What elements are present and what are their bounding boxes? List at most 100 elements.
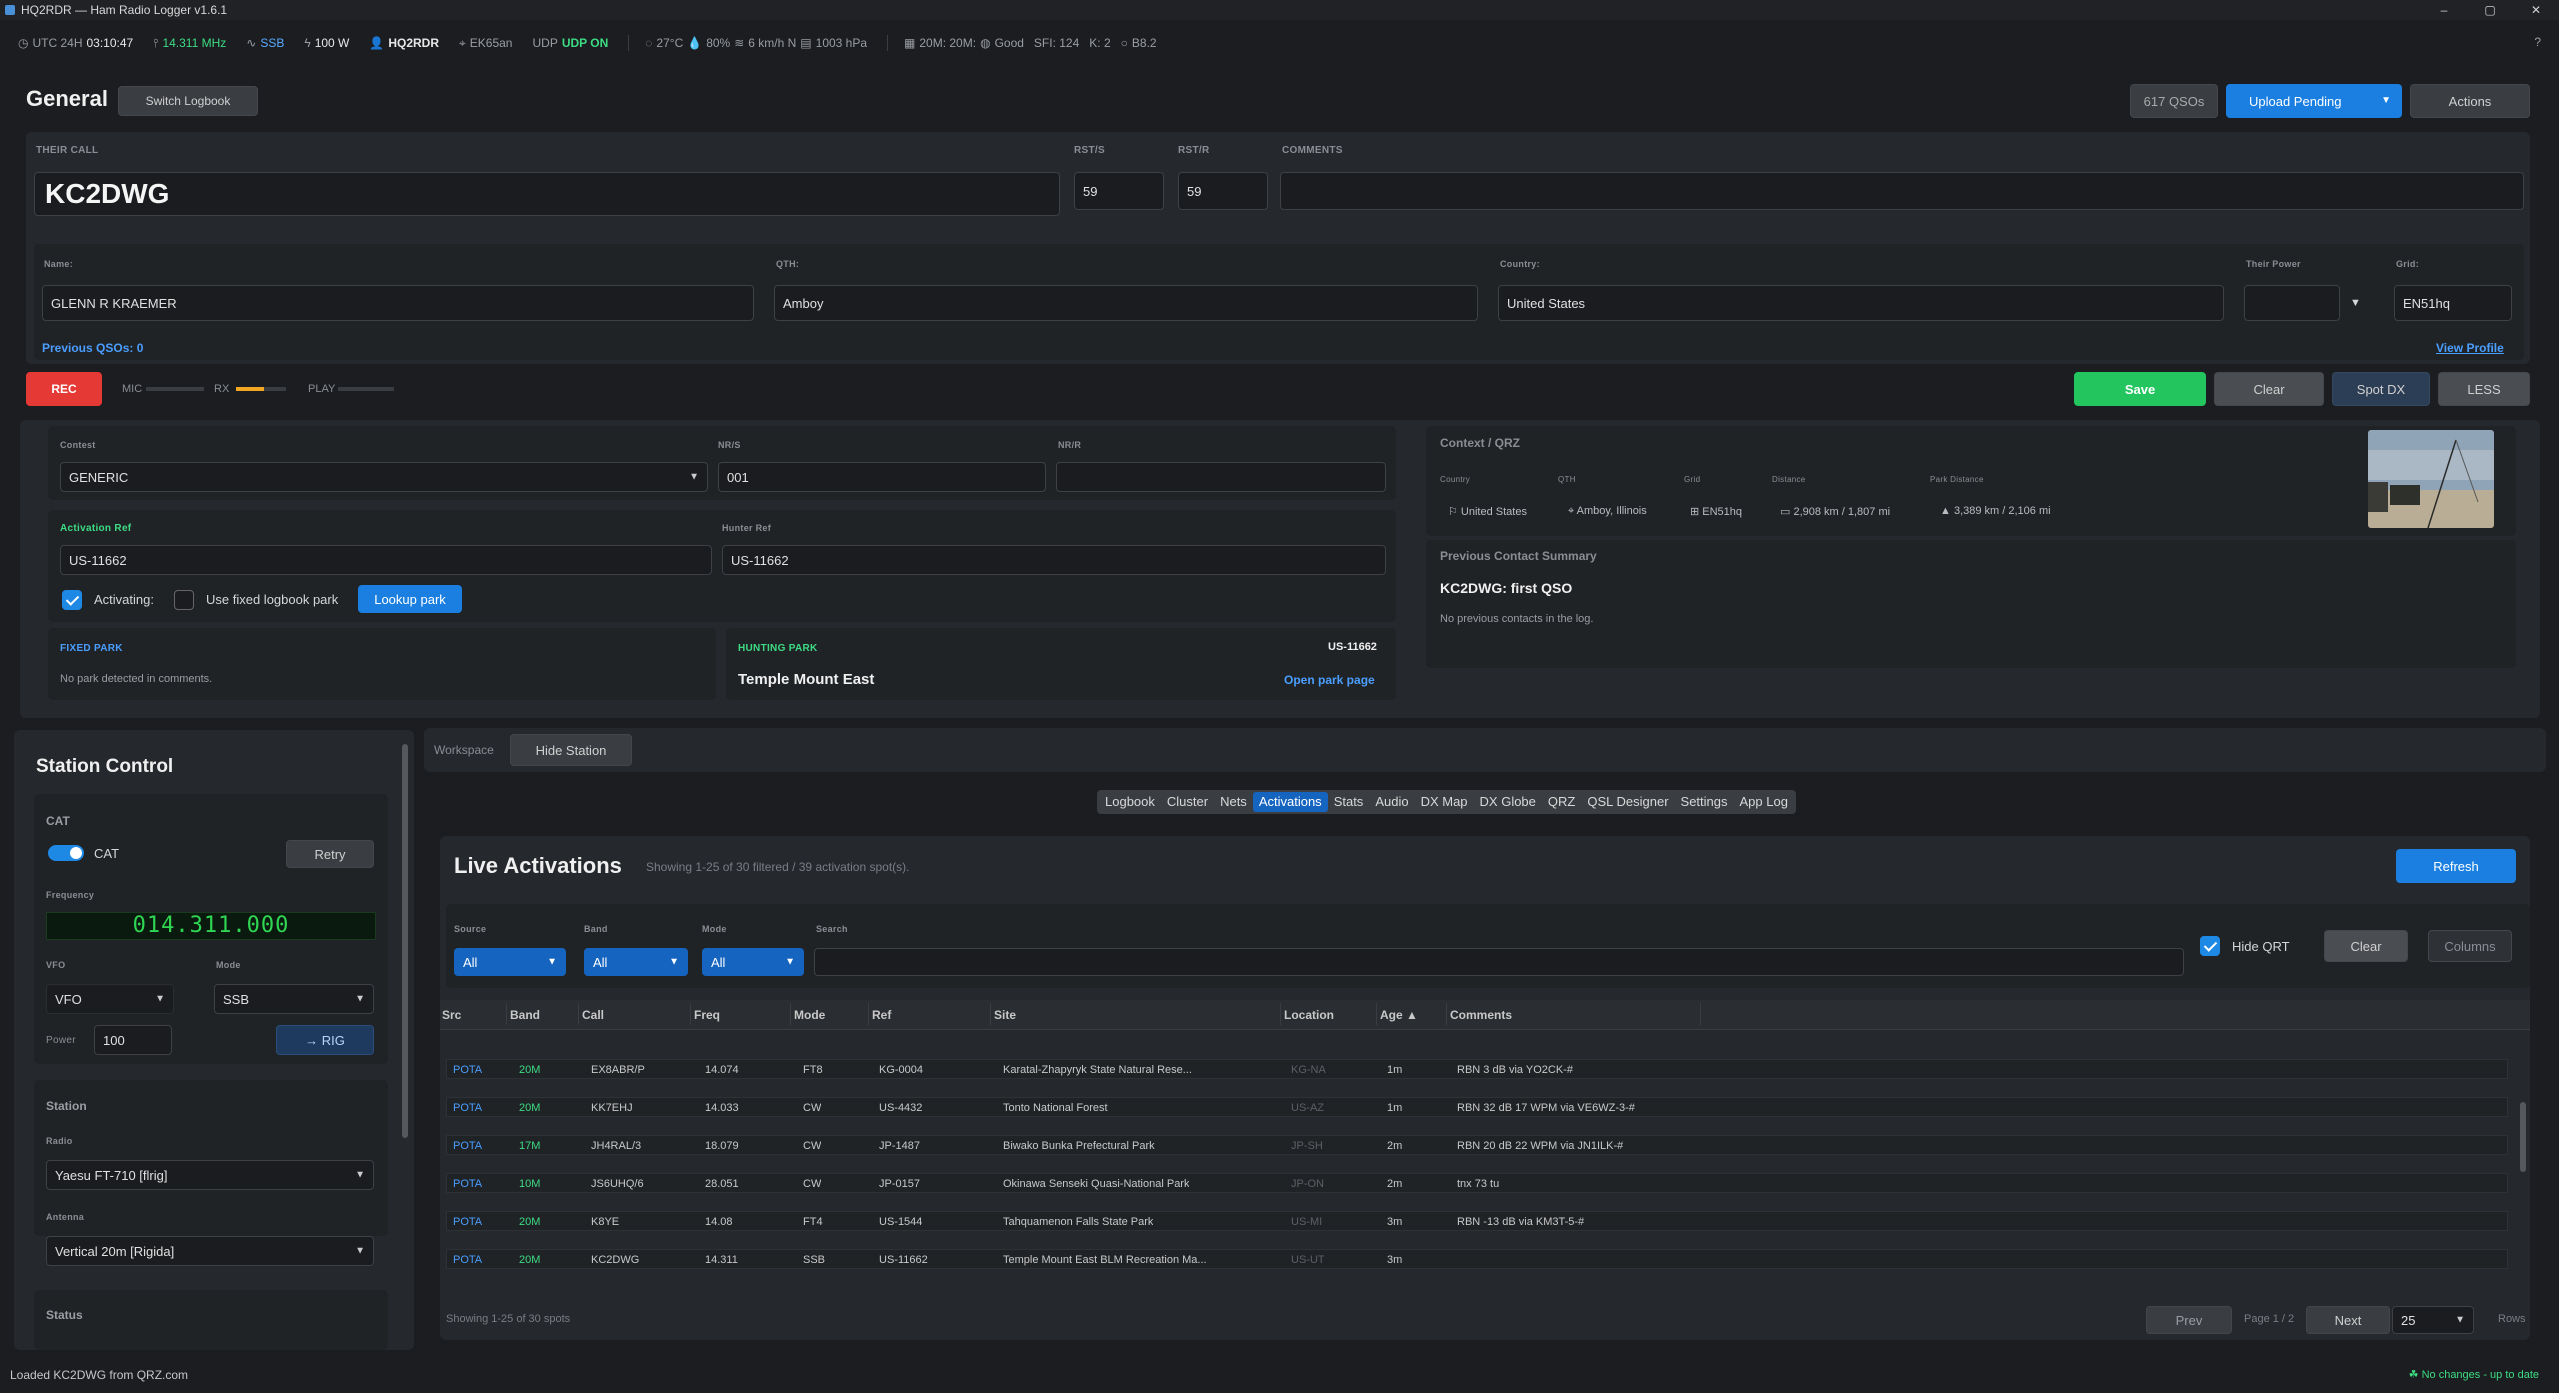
- table-row[interactable]: POTA 20M K8YE 14.08 FT4 US-1544 Tahquamenon Fa…: [446, 1211, 2508, 1231]
- hide-station-button[interactable]: Hide Station: [510, 734, 632, 766]
- column-divider[interactable]: [1376, 1003, 1377, 1025]
- table-scrollbar[interactable]: [2520, 1102, 2526, 1172]
- rx-meter: [236, 387, 286, 391]
- pin-icon: ⌖: [459, 35, 466, 50]
- retry-button[interactable]: Retry: [286, 840, 374, 868]
- column-header-0[interactable]: Src: [442, 1008, 461, 1022]
- record-button[interactable]: REC: [26, 372, 102, 406]
- column-header-7[interactable]: Location: [1284, 1008, 1334, 1022]
- radio-select[interactable]: Yaesu FT-710 [flrig] ▼: [46, 1160, 374, 1190]
- tab-stats[interactable]: Stats: [1328, 792, 1370, 812]
- fixed-logbook-park-checkbox[interactable]: [174, 590, 194, 610]
- lookup-park-button[interactable]: Lookup park: [358, 585, 462, 613]
- column-divider[interactable]: [990, 1003, 991, 1025]
- circle-icon: ○: [1120, 36, 1128, 50]
- save-button[interactable]: Save: [2074, 372, 2206, 406]
- country-input[interactable]: United States: [1498, 285, 2224, 321]
- minimize-button[interactable]: –: [2421, 0, 2467, 20]
- view-profile-link[interactable]: View Profile: [2436, 341, 2504, 355]
- band-filter-select[interactable]: All ▼: [584, 948, 688, 976]
- chevron-down-icon[interactable]: ▼: [2350, 297, 2361, 309]
- search-input[interactable]: [814, 948, 2184, 976]
- mode-filter-select[interactable]: All ▼: [702, 948, 804, 976]
- qth-input[interactable]: Amboy: [774, 285, 1478, 321]
- tab-settings[interactable]: Settings: [1675, 792, 1734, 812]
- column-divider[interactable]: [578, 1003, 579, 1025]
- spot-dx-button[interactable]: Spot DX: [2332, 372, 2430, 406]
- source-filter-select[interactable]: All ▼: [454, 948, 566, 976]
- column-divider[interactable]: [1280, 1003, 1281, 1025]
- column-divider[interactable]: [1446, 1003, 1447, 1025]
- cell-mode: FT8: [803, 1064, 823, 1076]
- tab-dx-map[interactable]: DX Map: [1415, 792, 1474, 812]
- mode-select[interactable]: SSB ▼: [214, 984, 374, 1014]
- columns-button[interactable]: Columns: [2428, 930, 2512, 962]
- qrz-photo[interactable]: [2368, 430, 2494, 528]
- frequency-display[interactable]: 014.311.000: [46, 912, 376, 940]
- less-button[interactable]: LESS: [2438, 372, 2530, 406]
- sfi: SFI: 124: [1033, 36, 1080, 50]
- column-header-9[interactable]: Comments: [1450, 1008, 1512, 1022]
- close-button[interactable]: ✕: [2513, 0, 2559, 20]
- refresh-button[interactable]: Refresh: [2396, 849, 2516, 883]
- table-row[interactable]: POTA 20M KK7EHJ 14.033 CW US-4432 Tonto Nation…: [446, 1097, 2508, 1117]
- nr-sent-input[interactable]: 001: [718, 462, 1046, 492]
- power-input[interactable]: 100: [94, 1025, 172, 1055]
- column-divider[interactable]: [690, 1003, 691, 1025]
- table-row[interactable]: POTA 10M JS6UHQ/6 28.051 CW JP-0157 Okinawa Se…: [446, 1173, 2508, 1193]
- hunter-ref-input[interactable]: US-11662: [722, 545, 1386, 575]
- comments-input[interactable]: [1280, 172, 2524, 210]
- tab-audio[interactable]: Audio: [1369, 792, 1414, 812]
- their-power-input[interactable]: [2244, 285, 2340, 321]
- open-park-link[interactable]: Open park page: [1284, 673, 1375, 687]
- contest-select[interactable]: GENERIC ▼: [60, 462, 708, 492]
- column-header-5[interactable]: Ref: [872, 1008, 891, 1022]
- tab-activations[interactable]: Activations: [1252, 792, 1328, 812]
- tab-nets[interactable]: Nets: [1214, 792, 1253, 812]
- tab-qsl-designer[interactable]: QSL Designer: [1581, 792, 1674, 812]
- hide-qrt-checkbox[interactable]: [2200, 936, 2220, 956]
- column-header-6[interactable]: Site: [994, 1008, 1016, 1022]
- grid-input[interactable]: EN51hq: [2394, 285, 2512, 321]
- column-header-1[interactable]: Band: [510, 1008, 540, 1022]
- column-divider[interactable]: [506, 1003, 507, 1025]
- antenna-select[interactable]: Vertical 20m [Rigida] ▼: [46, 1236, 374, 1266]
- column-divider[interactable]: [1700, 1003, 1701, 1025]
- tab-app-log[interactable]: App Log: [1734, 792, 1794, 812]
- help-icon[interactable]: ?: [2534, 35, 2541, 49]
- column-header-4[interactable]: Mode: [794, 1008, 825, 1022]
- nr-received-input[interactable]: [1056, 462, 1386, 492]
- send-to-rig-button[interactable]: → RIG: [276, 1025, 374, 1055]
- column-divider[interactable]: [868, 1003, 869, 1025]
- activation-ref-input[interactable]: US-11662: [60, 545, 712, 575]
- tab-qrz[interactable]: QRZ: [1542, 792, 1581, 812]
- switch-logbook-button[interactable]: Switch Logbook: [118, 86, 258, 116]
- table-row[interactable]: POTA 17M JH4RAL/3 18.079 CW JP-1487 Biwako Bun…: [446, 1135, 2508, 1155]
- column-header-8[interactable]: Age ▲: [1380, 1008, 1418, 1022]
- next-page-button[interactable]: Next: [2306, 1306, 2390, 1334]
- rows-per-page-select[interactable]: 25 ▼: [2392, 1306, 2474, 1334]
- rst-sent-input[interactable]: 59: [1074, 172, 1164, 210]
- name-input[interactable]: GLENN R KRAEMER: [42, 285, 754, 321]
- rst-received-input[interactable]: 59: [1178, 172, 1268, 210]
- maximize-button[interactable]: ▢: [2467, 0, 2513, 20]
- table-row[interactable]: POTA 20M KC2DWG 14.311 SSB US-11662 Temple Mou…: [446, 1249, 2508, 1269]
- tab-logbook[interactable]: Logbook: [1099, 792, 1161, 812]
- table-row[interactable]: POTA 20M EX8ABR/P 14.074 FT8 KG-0004 Karatal-Z…: [446, 1059, 2508, 1079]
- clear-filters-button[interactable]: Clear: [2324, 930, 2408, 962]
- activating-checkbox[interactable]: [62, 590, 82, 610]
- tab-dx-globe[interactable]: DX Globe: [1474, 792, 1542, 812]
- prev-page-button[interactable]: Prev: [2146, 1306, 2232, 1334]
- their-call-input[interactable]: KC2DWG: [34, 172, 1060, 216]
- station-scrollbar[interactable]: [402, 744, 408, 1138]
- tab-cluster[interactable]: Cluster: [1161, 792, 1214, 812]
- clear-button[interactable]: Clear: [2214, 372, 2324, 406]
- column-header-2[interactable]: Call: [582, 1008, 604, 1022]
- vfo-select[interactable]: VFO ▼: [46, 984, 174, 1014]
- chevron-down-icon[interactable]: ▼: [2381, 95, 2391, 106]
- cat-toggle[interactable]: [48, 845, 84, 861]
- column-header-3[interactable]: Freq: [694, 1008, 720, 1022]
- actions-button[interactable]: Actions: [2410, 84, 2530, 118]
- upload-pending-button[interactable]: Upload Pending ▼: [2226, 84, 2402, 118]
- column-divider[interactable]: [790, 1003, 791, 1025]
